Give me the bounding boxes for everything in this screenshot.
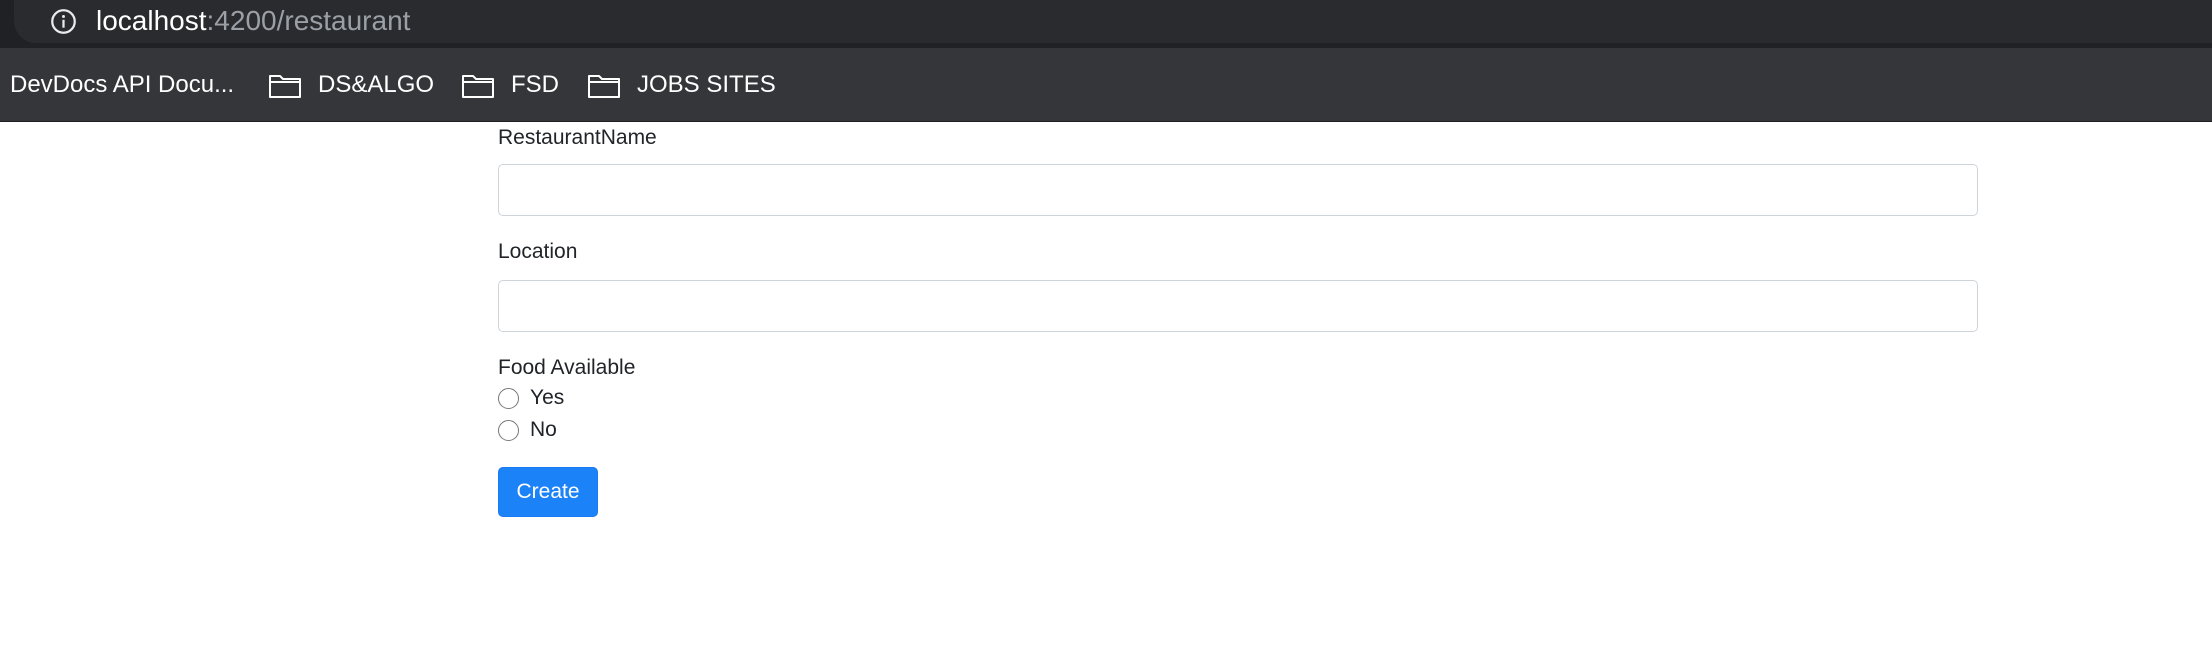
food-available-no-option[interactable]: No <box>498 418 557 442</box>
bookmark-label: FSD <box>511 71 559 98</box>
bookmark-devdocs[interactable]: DevDocs API Docu... <box>10 48 234 122</box>
bookmark-label: JOBS SITES <box>637 71 776 98</box>
url-host: localhost <box>96 5 207 36</box>
folder-icon <box>269 75 301 98</box>
bookmarks-bar: DevDocs API Docu... DS&ALGO FSD JOBS SIT… <box>0 48 2212 122</box>
restaurant-form-page: RestaurantName Location Food Available Y… <box>0 122 2212 658</box>
bookmark-folder-jobs-sites[interactable]: JOBS SITES <box>587 48 776 122</box>
radio-yes[interactable] <box>498 387 519 409</box>
radio-no[interactable] <box>498 419 519 441</box>
bookmark-folder-fsd[interactable]: FSD <box>461 48 559 122</box>
bookmark-label: DevDocs API Docu... <box>10 71 235 98</box>
bookmark-folder-ds-algo[interactable]: DS&ALGO <box>268 48 434 122</box>
food-available-yes-option[interactable]: Yes <box>498 386 564 410</box>
folder-icon <box>462 75 494 98</box>
location-label: Location <box>498 240 578 263</box>
restaurant-name-label: RestaurantName <box>498 126 657 149</box>
location-input[interactable] <box>498 280 1978 332</box>
url-omnibox[interactable]: localhost:4200/restaurant <box>14 0 2212 43</box>
restaurant-name-input[interactable] <box>498 164 1978 216</box>
create-button[interactable]: Create <box>498 467 598 517</box>
url-path: :4200/restaurant <box>206 5 411 36</box>
url-text[interactable]: localhost:4200/restaurant <box>96 2 410 40</box>
folder-icon <box>588 75 620 98</box>
bookmark-label: DS&ALGO <box>318 71 435 98</box>
browser-address-bar: localhost:4200/restaurant <box>0 0 2212 48</box>
radio-yes-label: Yes <box>530 386 565 409</box>
info-icon[interactable] <box>50 8 77 35</box>
radio-no-label: No <box>530 418 557 441</box>
food-available-label: Food Available <box>498 356 636 379</box>
